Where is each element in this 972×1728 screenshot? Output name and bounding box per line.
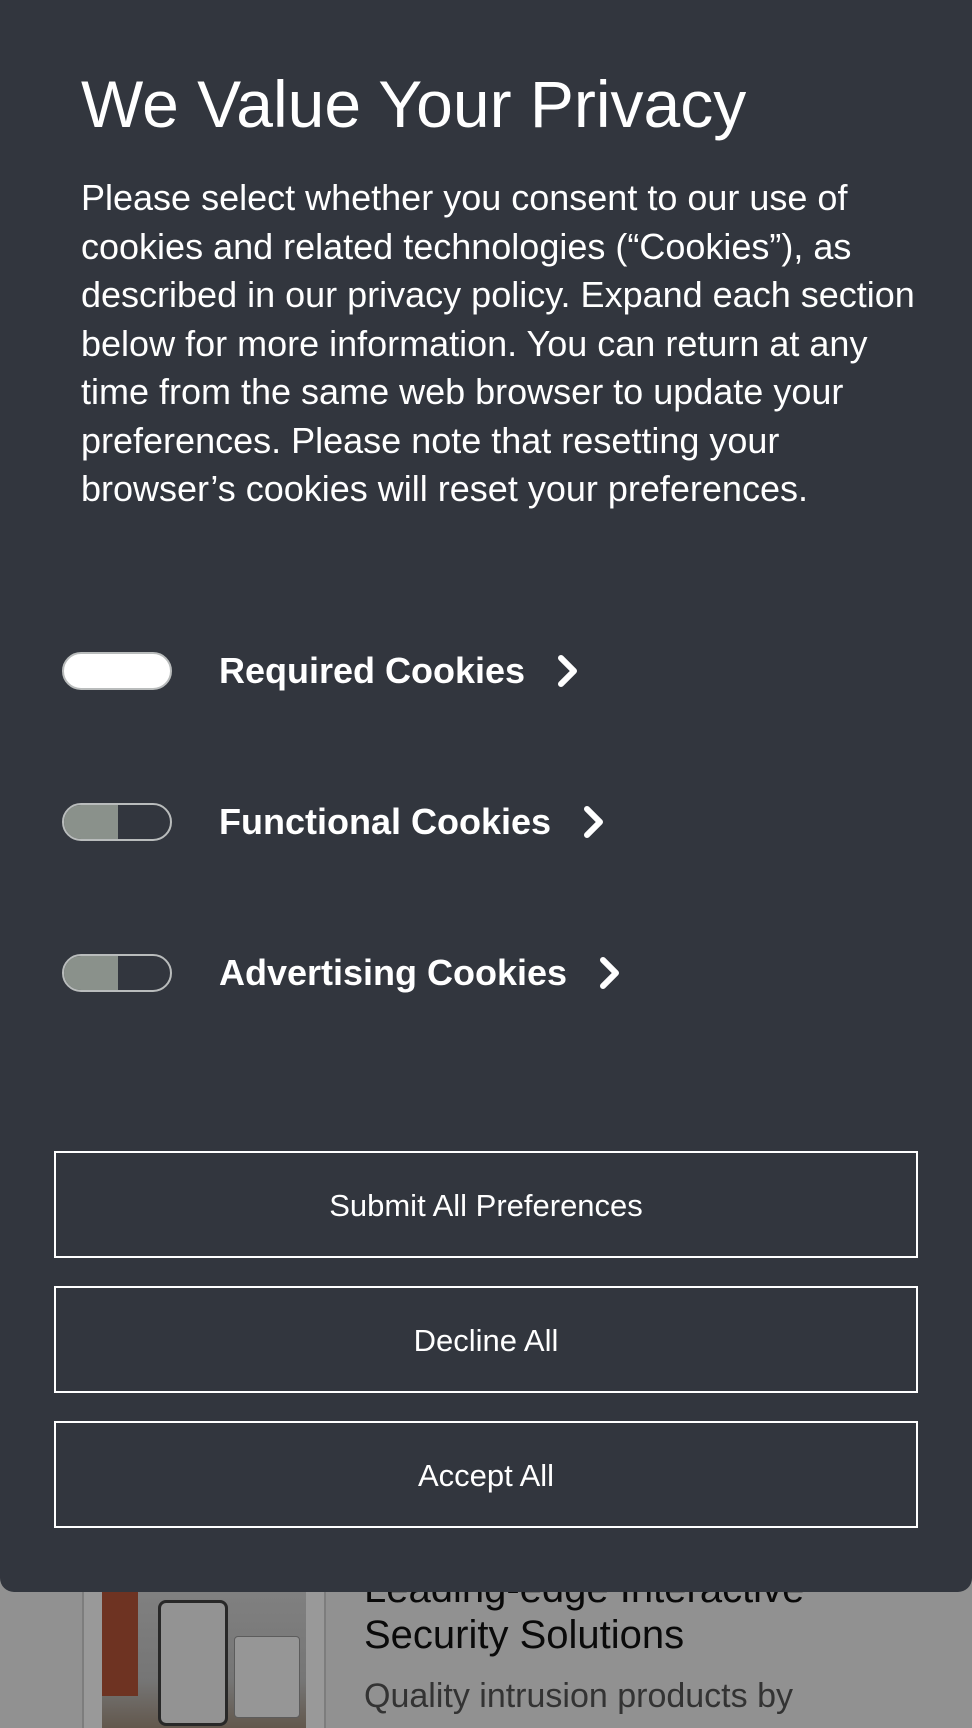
accept-all-button[interactable]: Accept All bbox=[54, 1421, 918, 1528]
chevron-right-icon[interactable] bbox=[599, 956, 621, 990]
toggle-knob bbox=[64, 805, 118, 839]
modal-description: Please select whether you consent to our… bbox=[81, 177, 915, 509]
privacy-modal: We Value Your Privacy Please select whet… bbox=[0, 0, 972, 1592]
decline-all-button[interactable]: Decline All bbox=[54, 1286, 918, 1393]
advertising-cookies-label[interactable]: Advertising Cookies bbox=[219, 949, 567, 997]
cookie-row-functional[interactable]: Functional Cookies bbox=[62, 798, 762, 846]
modal-title: We Value Your Privacy bbox=[81, 67, 747, 141]
chevron-right-icon[interactable] bbox=[557, 654, 579, 688]
toggle-knob bbox=[64, 956, 118, 990]
required-cookies-label[interactable]: Required Cookies bbox=[219, 647, 525, 695]
functional-cookies-toggle[interactable] bbox=[62, 803, 172, 841]
advertising-cookies-toggle[interactable] bbox=[62, 954, 172, 992]
submit-all-preferences-button[interactable]: Submit All Preferences bbox=[54, 1151, 918, 1258]
cookie-row-advertising[interactable]: Advertising Cookies bbox=[62, 949, 762, 997]
cookie-row-required[interactable]: Required Cookies bbox=[62, 647, 762, 695]
chevron-right-icon[interactable] bbox=[583, 805, 605, 839]
functional-cookies-label[interactable]: Functional Cookies bbox=[219, 798, 551, 846]
required-cookies-toggle[interactable] bbox=[62, 652, 172, 690]
